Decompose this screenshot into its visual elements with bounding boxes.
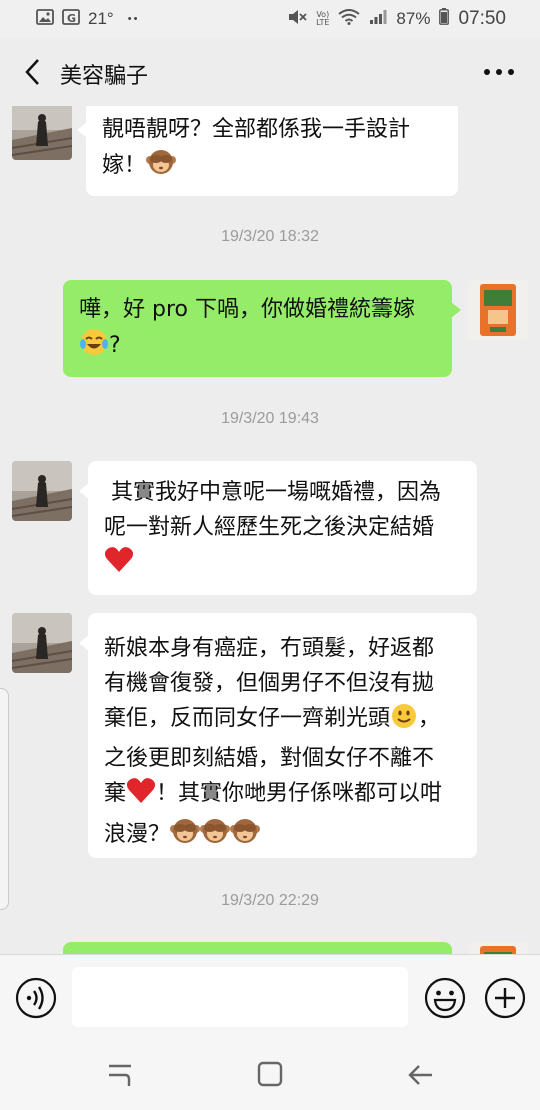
message-bubble[interactable]: 靚唔靚呀？全部都係我一手設計 嫁！ — [77, 106, 458, 196]
contact-avatar[interactable] — [12, 613, 72, 673]
chat-area[interactable]: 靚唔靚呀？全部都係我一手設計 嫁！ 19/3/20 18:32 嘩，好 pro … — [0, 106, 540, 954]
clock: 07:50 — [458, 8, 506, 29]
message-line: 棄 ！其實你哋男仔係咪都可以咁 — [104, 776, 461, 816]
battery-level: 87% — [396, 9, 431, 28]
see-no-evil-monkey-icon — [200, 816, 231, 857]
message-bubble[interactable] — [63, 942, 452, 954]
message-line: 其實我好中意呢一場嘅婚禮，因為 — [104, 480, 441, 505]
timestamp: 19/3/20 18:32 — [221, 228, 319, 245]
temperature: 21° — [88, 9, 114, 28]
contact-avatar[interactable] — [12, 461, 72, 521]
edge-panel-handle[interactable] — [0, 688, 9, 910]
message-line: 棄佢，反而同女仔一齊剃光頭 ， — [104, 701, 461, 741]
message-line: 新娘本身有癌症，冇頭髮，好返都 — [104, 636, 435, 661]
home-button[interactable] — [256, 1060, 286, 1090]
more-horizontal-icon — [484, 69, 514, 75]
message-line: 靚唔靚呀？全部都係我一手設計 — [102, 117, 411, 142]
gallery-notification-icon — [36, 8, 54, 30]
slightly-smiling-face-icon — [390, 702, 418, 741]
see-no-evil-monkey-icon — [230, 816, 261, 857]
system-navigation-bar — [0, 1040, 540, 1110]
more-options-button[interactable] — [480, 58, 518, 86]
contact-avatar[interactable] — [12, 106, 72, 160]
message-input[interactable] — [72, 967, 408, 1027]
chat-title: 美容騙子 — [60, 64, 149, 89]
message-line: 之後更即刻結婚，對個女仔不離不 — [104, 746, 435, 771]
status-dots: •• — [127, 13, 140, 25]
mute-icon — [287, 8, 307, 31]
timestamp: 19/3/20 22:29 — [221, 892, 319, 909]
message-input-bar — [0, 954, 540, 1040]
plus-circle-icon — [484, 977, 526, 1019]
message-line: 浪漫？ — [104, 816, 461, 857]
status-bar: G 21° •• Vo) LTE 87% 07:50 — [0, 0, 540, 38]
message-bubble[interactable]: 嘩，好 pro 下喎，你做婚禮統籌嫁 ? — [63, 280, 461, 377]
see-no-evil-monkey-icon — [170, 816, 201, 857]
message-line: 有機會復發，但個男仔不但沒有拋 — [104, 671, 435, 696]
wifi-icon — [338, 8, 361, 30]
face-with-tears-of-joy-icon — [79, 327, 109, 368]
message-line: 嫁！ — [102, 147, 442, 188]
voice-icon — [15, 977, 57, 1019]
weather-gallery-icon: G — [62, 8, 80, 30]
emoji-icon — [424, 977, 466, 1019]
back-nav-button[interactable] — [405, 1060, 435, 1090]
red-heart-icon — [126, 777, 156, 816]
see-no-evil-monkey-icon — [146, 147, 177, 188]
message-line: ? — [79, 327, 436, 368]
back-arrow-icon — [408, 1065, 432, 1085]
voice-button[interactable] — [15, 977, 57, 1019]
timestamp: 19/3/20 19:43 — [221, 410, 319, 427]
signal-icon — [369, 9, 387, 30]
plus-button[interactable] — [484, 977, 526, 1019]
my-avatar[interactable] — [468, 942, 528, 954]
message-line — [104, 545, 461, 585]
svg-text:G: G — [67, 12, 76, 25]
volte-icon: Vo) LTE — [316, 10, 330, 27]
red-heart-icon — [104, 546, 134, 585]
chevron-left-icon — [25, 59, 39, 85]
message-line: 嘩，好 pro 下喎，你做婚禮統籌嫁 — [79, 297, 415, 322]
back-button[interactable] — [18, 56, 46, 88]
my-avatar[interactable] — [468, 280, 528, 340]
message-line: 呢一對新人經歷生死之後決定結婚 — [104, 515, 435, 540]
home-icon — [257, 1061, 283, 1087]
message-bubble[interactable]: 新娘本身有癌症，冇頭髮，好返都 有機會復發，但個男仔不但沒有拋 棄佢，反而同女仔… — [79, 613, 477, 858]
emoji-button[interactable] — [424, 977, 466, 1019]
recent-apps-button[interactable] — [105, 1060, 135, 1090]
recent-apps-icon — [109, 1064, 131, 1086]
chat-header: 美容騙子 — [0, 38, 540, 106]
message-bubble[interactable]: 其實我好中意呢一場嘅婚禮，因為 呢一對新人經歷生死之後決定結婚 — [79, 461, 477, 595]
battery-icon — [439, 8, 450, 30]
